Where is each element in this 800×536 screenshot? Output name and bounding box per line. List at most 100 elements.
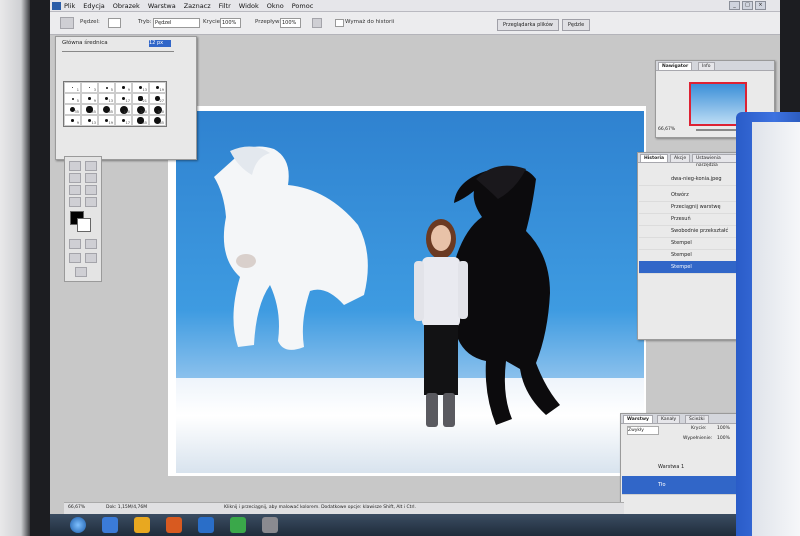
app-taskbar-icon[interactable]	[262, 517, 278, 533]
master-diameter-input[interactable]: 12 px	[149, 40, 171, 47]
brush-preset[interactable]: 13	[98, 93, 115, 104]
brush-preset[interactable]: 300	[149, 104, 166, 115]
media-player-icon[interactable]	[166, 517, 182, 533]
flow-input[interactable]: 100%	[280, 18, 301, 28]
chrome-icon[interactable]	[230, 517, 246, 533]
mode-select[interactable]: Pędzel	[153, 18, 200, 28]
brush-size-label: 13	[91, 121, 96, 125]
tab-actions[interactable]: Akcje	[670, 154, 691, 163]
menu-item-edycja[interactable]: Edycja	[83, 2, 104, 10]
brush-preset[interactable]: 9	[81, 93, 98, 104]
brush-preset[interactable]: 19	[98, 115, 115, 126]
menu-item-obrazek[interactable]: Obrazek	[113, 2, 140, 10]
type-tool-icon[interactable]	[85, 185, 97, 195]
pen-tool-icon[interactable]	[69, 185, 81, 195]
eraser-tool-icon[interactable]	[60, 17, 74, 29]
internet-explorer-icon[interactable]	[102, 517, 118, 533]
tab-brushes[interactable]: Pędzle	[561, 19, 591, 31]
menu-item-warstwa[interactable]: Warstwa	[148, 2, 176, 10]
brush-preset[interactable]: 21	[132, 93, 149, 104]
tab-paths[interactable]: Ścieżki	[685, 415, 709, 424]
brush-preset[interactable]: 35	[64, 104, 81, 115]
brush-size-label: 100	[123, 110, 130, 114]
brush-preset[interactable]: 1	[64, 82, 81, 93]
menu-item-widok[interactable]: Widok	[239, 2, 259, 10]
tab-navigator[interactable]: Nawigator	[658, 62, 693, 71]
screen-mode-icon[interactable]	[69, 253, 81, 263]
menu-item-filtr[interactable]: Filtr	[219, 2, 231, 10]
background-color-swatch[interactable]	[77, 218, 91, 232]
brush-tip-icon	[88, 86, 91, 89]
brush-size-label: 5	[76, 99, 79, 103]
brush-preset[interactable]: 13	[132, 82, 149, 93]
close-button[interactable]: ×	[755, 1, 766, 10]
menu-item-plik[interactable]: Plik	[64, 2, 75, 10]
brush-size-label: 21	[142, 99, 147, 103]
brush-preset[interactable]: 17	[115, 93, 132, 104]
status-hint: Kliknij i przeciągnij, aby malować kolor…	[224, 505, 416, 510]
brush-preset[interactable]: 13	[81, 115, 98, 126]
menu-item-zaznacz[interactable]: Zaznacz	[184, 2, 211, 10]
explorer-icon[interactable]	[134, 517, 150, 533]
start-button-icon[interactable]	[70, 517, 86, 533]
brush-preset[interactable]: 19	[149, 82, 166, 93]
tab-file-browser[interactable]: Przeglądarka plików	[497, 19, 559, 31]
tab-info[interactable]: Info	[698, 62, 715, 71]
tab-layers[interactable]: Warstwy	[623, 415, 653, 424]
status-zoom[interactable]: 66,67%	[68, 505, 85, 510]
layer-row-selected[interactable]: Tło	[622, 476, 737, 495]
brush-preset[interactable]: 9	[64, 115, 81, 126]
erase-to-history-checkbox[interactable]	[335, 19, 344, 27]
brush-preset[interactable]: 5	[98, 82, 115, 93]
brush-preset[interactable]: 65	[98, 104, 115, 115]
tab-channels[interactable]: Kanały	[657, 415, 681, 424]
magic-wand-tool-icon[interactable]	[85, 161, 97, 171]
layer-opacity-input[interactable]: 100%	[717, 426, 730, 431]
toolbox	[64, 156, 102, 282]
brush-size-label: 9	[127, 88, 130, 92]
tab-history[interactable]: Historia	[640, 154, 669, 163]
layer-fill-input[interactable]: 100%	[717, 436, 730, 441]
brush-tip-icon	[71, 97, 74, 100]
maximize-button[interactable]: □	[742, 1, 753, 10]
lasso-tool-icon[interactable]	[69, 161, 81, 171]
menu-item-okno[interactable]: Okno	[267, 2, 284, 10]
blend-mode-select[interactable]: Zwykły	[627, 426, 659, 435]
brush-picker[interactable]	[108, 18, 121, 28]
zoom-tool-icon[interactable]	[85, 197, 97, 207]
brush-preset[interactable]: 200	[132, 104, 149, 115]
brush-preset[interactable]: 65	[149, 115, 166, 126]
minimize-button[interactable]: _	[729, 1, 740, 10]
standard-mode-icon[interactable]	[69, 239, 81, 249]
brush-preset[interactable]: 5	[64, 93, 81, 104]
brush-presets-grid: 1 3 5 9 13 19 5 9 13 17 21 27 35 45 65 100 200 300 9 13 19 17…	[63, 81, 167, 127]
brush-preset[interactable]: 3	[81, 82, 98, 93]
slice-tool-icon[interactable]	[85, 173, 97, 183]
navigator-zoom[interactable]: 66,67%	[658, 127, 675, 132]
diameter-slider[interactable]	[62, 51, 174, 52]
menu-item-pomoc[interactable]: Pomoc	[292, 2, 314, 10]
brush-size-label: 45	[91, 110, 96, 114]
quick-mask-icon[interactable]	[85, 239, 97, 249]
brush-preset[interactable]: 17	[115, 115, 132, 126]
flow-label: Przepływ:	[255, 19, 282, 25]
brush-preset[interactable]: 45	[81, 104, 98, 115]
full-screen-icon[interactable]	[85, 253, 97, 263]
brush-preset[interactable]: 27	[149, 93, 166, 104]
history-snapshot[interactable]: dwa-nieg-konia.jpeg	[639, 173, 746, 186]
master-diameter-label: Główna średnica	[62, 40, 108, 46]
airbrush-icon[interactable]	[312, 18, 322, 28]
brush-size-label: 17	[125, 121, 130, 125]
photoshop-taskbar-icon[interactable]	[198, 517, 214, 533]
brush-size-label: 3	[93, 88, 96, 92]
hand-tool-icon[interactable]	[69, 197, 81, 207]
brush-preset[interactable]: 100	[115, 104, 132, 115]
image-canvas[interactable]	[176, 111, 644, 473]
crop-tool-icon[interactable]	[69, 173, 81, 183]
brush-preset[interactable]: 45	[132, 115, 149, 126]
jump-to-imageready-icon[interactable]	[75, 267, 87, 277]
brush-preset[interactable]: 9	[115, 82, 132, 93]
layer-row[interactable]: Warstwa 1	[622, 458, 737, 477]
history-item-selected[interactable]: Stempel	[639, 261, 746, 274]
opacity-input[interactable]: 100%	[220, 18, 241, 28]
